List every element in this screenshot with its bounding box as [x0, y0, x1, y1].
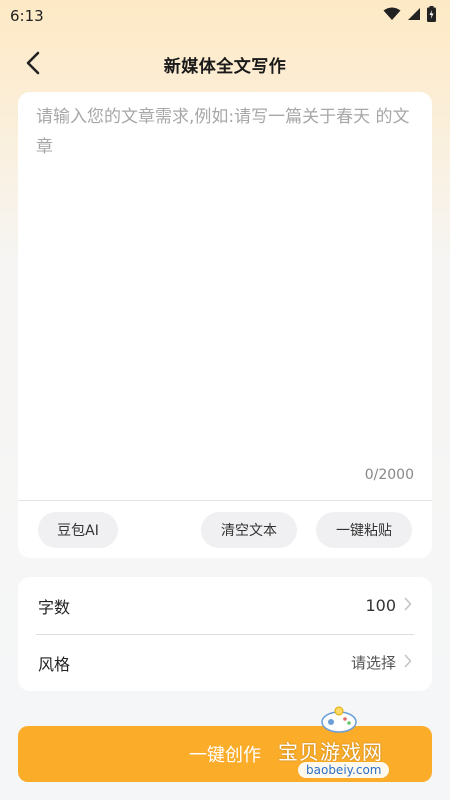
- char-counter: 0/2000: [364, 467, 414, 483]
- style-value-wrap: 请选择: [351, 652, 412, 673]
- status-bar: 6:13: [0, 0, 450, 32]
- style-label: 风格: [38, 654, 71, 674]
- paste-button[interactable]: 一键粘贴: [316, 512, 412, 548]
- status-time: 6:13: [10, 7, 44, 25]
- wifi-icon: [383, 7, 401, 25]
- doubao-ai-button[interactable]: 豆包AI: [38, 512, 118, 548]
- word-count-row[interactable]: 字数 100: [18, 577, 432, 634]
- editor-divider: [18, 500, 432, 501]
- article-request-input[interactable]: [36, 102, 416, 462]
- nav-bar: 新媒体全文写作: [0, 40, 450, 88]
- chevron-left-icon: [25, 51, 41, 79]
- create-button[interactable]: 一键创作: [18, 726, 432, 782]
- back-button[interactable]: [18, 50, 48, 80]
- word-count-label: 字数: [38, 597, 71, 617]
- style-value: 请选择: [350, 654, 396, 672]
- style-row[interactable]: 风格 请选择: [18, 634, 432, 691]
- signal-icon: [407, 7, 421, 25]
- page-title: 新媒体全文写作: [163, 56, 287, 77]
- clear-text-button[interactable]: 清空文本: [201, 512, 297, 548]
- battery-icon: [427, 6, 436, 26]
- chevron-right-icon: [404, 596, 412, 615]
- word-count-value: 100: [365, 596, 396, 615]
- status-icons: [383, 6, 436, 26]
- word-count-value-wrap: 100: [365, 596, 412, 615]
- chevron-right-icon: [404, 653, 412, 672]
- editor-card: 0/2000 豆包AI 清空文本 一键粘贴: [18, 92, 432, 558]
- settings-card: 字数 100 风格 请选择: [18, 577, 432, 691]
